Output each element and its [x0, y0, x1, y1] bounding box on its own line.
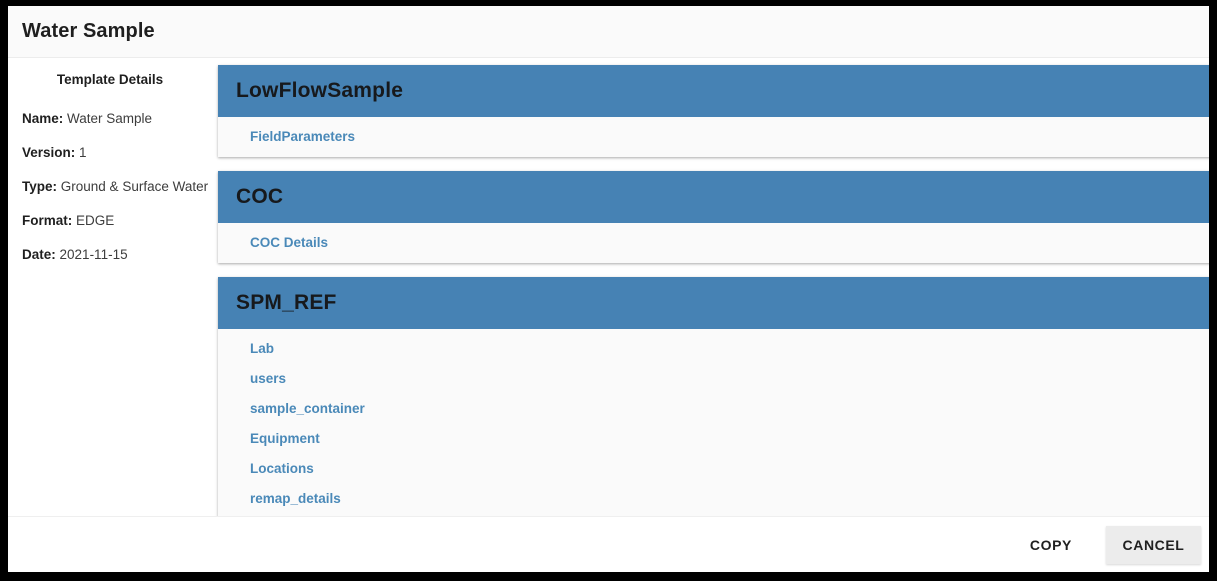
- section-link[interactable]: remap_details: [218, 484, 1209, 514]
- detail-row: Name: Water Sample: [22, 111, 198, 127]
- detail-value: 1: [79, 145, 87, 160]
- section-link[interactable]: FieldParameters: [218, 122, 1209, 152]
- detail-row: Date: 2021-11-15: [22, 247, 198, 263]
- section-card-body: FieldParameters: [218, 117, 1209, 157]
- dialog-titlebar: Water Sample: [8, 6, 1209, 58]
- detail-row: Format: EDGE: [22, 213, 198, 229]
- section-link[interactable]: Equipment: [218, 424, 1209, 454]
- detail-value: 2021-11-15: [59, 247, 128, 262]
- section-card-body: COC Details: [218, 223, 1209, 263]
- detail-value: Ground & Surface Water: [60, 179, 209, 194]
- window-frame: Water Sample Template Details Name: Wate…: [0, 0, 1217, 581]
- template-details-list: Name: Water Sample Version: 1 Type: Ground…: [22, 111, 208, 263]
- section-card-title: COC: [236, 185, 284, 208]
- detail-label: Type:: [22, 179, 58, 194]
- detail-value: Water Sample: [67, 111, 153, 126]
- section-cards-list: LowFlowSample FieldParameters COC COC Detai…: [218, 65, 1209, 516]
- section-card-title: SPM_REF: [236, 291, 337, 314]
- section-card: LowFlowSample FieldParameters: [218, 65, 1209, 157]
- detail-label: Name:: [22, 111, 64, 126]
- detail-label: Date:: [22, 247, 56, 262]
- cancel-button[interactable]: CANCEL: [1106, 525, 1201, 564]
- section-link[interactable]: Lab: [218, 334, 1209, 364]
- copy-button[interactable]: COPY: [1014, 526, 1088, 564]
- section-cards-column: LowFlowSample FieldParameters COC COC Detai…: [212, 58, 1209, 516]
- section-link[interactable]: Locations: [218, 454, 1209, 484]
- detail-row: Type: Ground & Surface Water: [22, 179, 208, 195]
- section-card: COC COC Details: [218, 171, 1209, 263]
- detail-label: Format:: [22, 213, 73, 228]
- dialog-body: Template Details Name: Water Sample Versi…: [8, 58, 1209, 516]
- sidebar-heading: Template Details: [56, 72, 164, 87]
- section-link[interactable]: users: [218, 364, 1209, 394]
- page-title: Water Sample: [22, 20, 155, 42]
- section-card-title: LowFlowSample: [236, 79, 404, 102]
- section-link[interactable]: sample_container: [218, 394, 1209, 424]
- water-sample-dialog: Water Sample Template Details Name: Wate…: [8, 6, 1209, 572]
- section-link[interactable]: COC Details: [218, 228, 1209, 258]
- section-card-body: Lab users sample_container Equipment Locatio…: [218, 329, 1209, 516]
- detail-value: EDGE: [76, 213, 115, 228]
- detail-label: Version:: [22, 145, 76, 160]
- template-details-sidebar: Template Details Name: Water Sample Versi…: [8, 58, 212, 516]
- section-card-header: LowFlowSample: [218, 65, 1209, 117]
- section-card-header: SPM_REF: [218, 277, 1209, 329]
- dialog-footer: COPY CANCEL: [8, 516, 1209, 572]
- section-card-header: COC: [218, 171, 1209, 223]
- section-card: SPM_REF Lab users sample_container Equipment…: [218, 277, 1209, 516]
- detail-row: Version: 1: [22, 145, 198, 161]
